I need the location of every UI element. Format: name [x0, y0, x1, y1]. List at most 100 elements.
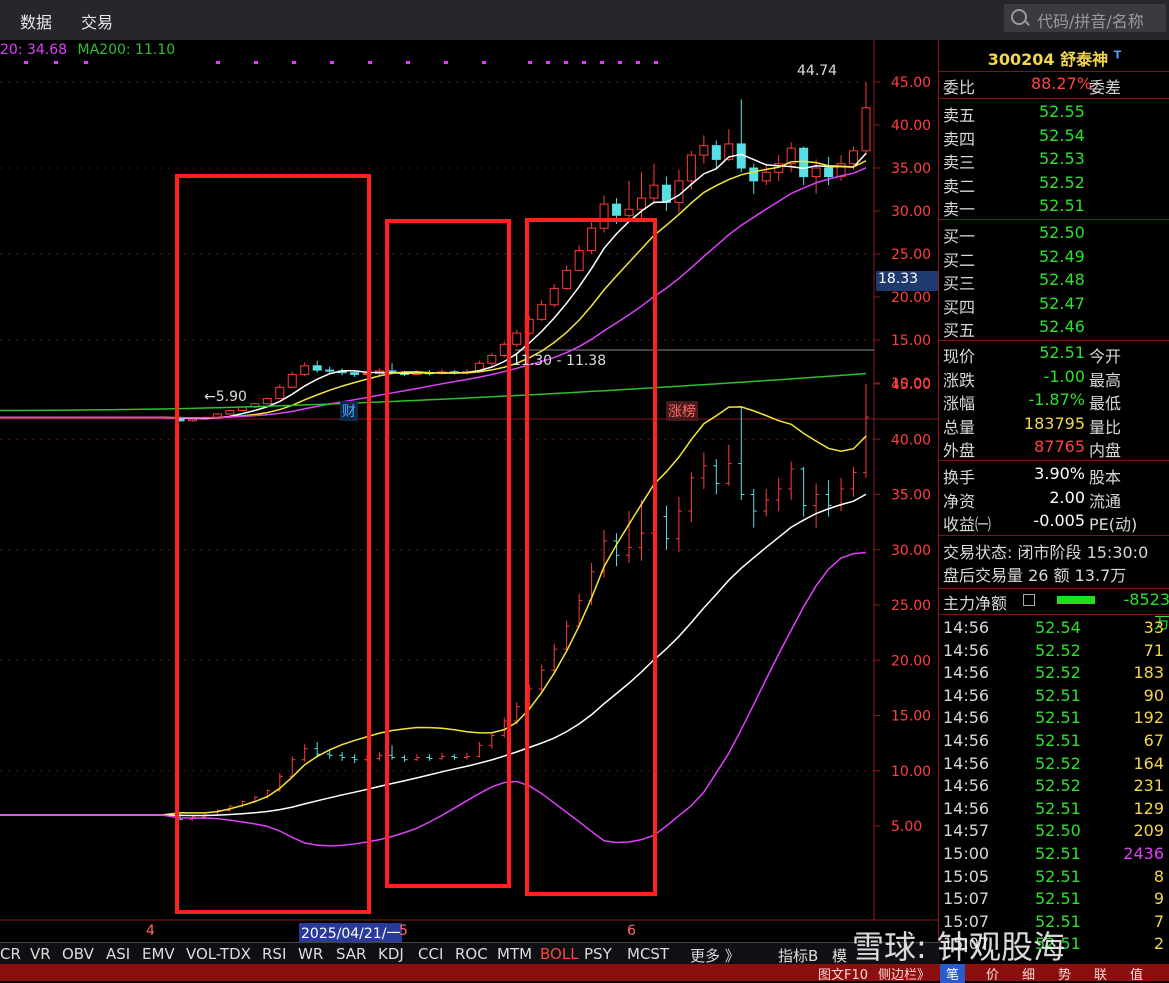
sell-price: 52.51: [1039, 196, 1085, 215]
boll-tick-label: 45.00: [891, 377, 931, 393]
indicator-tab[interactable]: CR: [0, 945, 21, 963]
indicator-tab[interactable]: MTM: [497, 945, 532, 963]
indicator-tab[interactable]: VR: [30, 945, 51, 963]
boll-chart: [0, 384, 869, 847]
sell-row: 卖三 52.53: [939, 149, 1169, 172]
tick-row: 14:56 52.52 231: [939, 776, 1169, 799]
indicator-tab[interactable]: EMV: [142, 945, 175, 963]
candle-body: [487, 354, 497, 364]
signal-dot: [482, 61, 486, 64]
status-line1: 交易状态: 闭市阶段 15:30:0: [943, 543, 1149, 562]
weibi-value: 88.27%: [1030, 74, 1092, 93]
fund-row: 换手 3.90% 股本: [939, 464, 1169, 487]
highlight-box: [385, 219, 511, 888]
tick-time: 14:56: [943, 663, 990, 683]
sell-label: 卖二: [943, 176, 976, 196]
indicator-tab[interactable]: OBV: [62, 945, 94, 963]
indicator-tab[interactable]: KDJ: [378, 945, 404, 963]
buy-label: 买一: [943, 227, 976, 246]
current-price-tag: 18.33: [876, 271, 938, 291]
boll-tick-label: 5.00: [891, 819, 922, 835]
indicator-tab[interactable]: PSY: [584, 945, 612, 963]
tick-row: 15:00 52.51 2436: [939, 844, 1169, 867]
tick-volume: 2: [1153, 934, 1164, 954]
signal-dot: [216, 61, 220, 64]
indicator-tab[interactable]: BOLL: [540, 945, 579, 963]
indicator-tab[interactable]: WR: [298, 945, 323, 963]
tab-zhi[interactable]: 值: [1130, 964, 1143, 983]
tab-lian[interactable]: 联: [1094, 964, 1107, 983]
tick-price: 52.51: [1035, 685, 1081, 705]
limit-up-marker[interactable]: 涨榜: [666, 401, 698, 421]
boll-tick-label: 25.00: [891, 598, 931, 614]
search-icon: [1011, 9, 1027, 25]
list-icon[interactable]: [1023, 594, 1035, 606]
kline-chart[interactable]: 45.0040.0035.0030.0025.0020.0015.0010.00…: [0, 40, 938, 942]
ma200-label: MA200: 11.10: [77, 42, 176, 58]
boll-tick-label: 10.00: [891, 764, 931, 780]
cursor-date: 2025/04/21/一: [299, 923, 403, 943]
ma200-line: [0, 372, 867, 412]
tick-time: 15:05: [943, 866, 990, 886]
quote-row: 外盘 87765 内盘: [939, 437, 1169, 460]
indicator-tab[interactable]: ASI: [106, 945, 130, 963]
signal-dot: [528, 61, 532, 64]
menu-data[interactable]: 数据: [20, 9, 52, 33]
price-tick-label: 30.00: [891, 204, 931, 220]
menu-trade[interactable]: 交易: [81, 9, 113, 33]
signal-dot: [444, 61, 448, 64]
finance-marker[interactable]: 财: [340, 401, 358, 421]
boll-tick-label: 35.00: [891, 488, 931, 504]
quote-right-label: 内盘: [1089, 441, 1122, 460]
indicator-b[interactable]: 指标B: [778, 945, 818, 966]
indicator-tab[interactable]: VOL-TDX: [186, 945, 251, 963]
low-value: 5.90: [215, 389, 247, 405]
indicator-tab[interactable]: ROC: [455, 945, 488, 963]
quote-panel: 300204 舒泰神 T 委比 88.27% 委差 卖五 52.55 卖四 52.54…: [938, 40, 1169, 962]
candle-body: [649, 184, 659, 199]
tick-price: 52.54: [1035, 618, 1081, 637]
indicator-tab[interactable]: MCST: [627, 945, 669, 963]
candle-body: [636, 197, 646, 210]
indicator-tab[interactable]: CCI: [418, 945, 443, 963]
search-box[interactable]: 代码/拼音/名称: [1004, 4, 1166, 32]
candle-body: [574, 250, 584, 271]
candle-body: [861, 107, 871, 152]
ma20-line: [0, 167, 867, 419]
signal-dot: [54, 61, 58, 64]
top-menu-bar: 数据 交易 代码/拼音/名称: [0, 0, 1169, 40]
indicator-tab[interactable]: 更多 》: [690, 945, 740, 966]
candle-body: [749, 167, 759, 182]
tick-row: 15:07 52.51 9: [939, 889, 1169, 912]
signal-dot: [84, 61, 88, 64]
quote-label: 现价: [943, 347, 976, 366]
sell-row: 卖一 52.51: [939, 196, 1169, 219]
month-june: 6: [627, 923, 636, 939]
model-tab[interactable]: 模: [832, 945, 847, 966]
tick-row: 14:56 52.52 71: [939, 641, 1169, 664]
signal-dot: [618, 61, 622, 64]
boll-tick-label: 15.00: [891, 709, 931, 725]
price-tick-label: 35.00: [891, 161, 931, 177]
quote-value: -1.87%: [1028, 390, 1085, 409]
buy-row: 买一 52.50: [939, 223, 1169, 246]
tick-time: 15:07: [943, 889, 990, 909]
tick-row: 14:56 52.51 67: [939, 731, 1169, 754]
sell-row: 卖二 52.52: [939, 173, 1169, 196]
tick-price: 52.52: [1035, 776, 1081, 796]
tick-volume: 33: [1143, 618, 1164, 637]
candle-body: [262, 397, 272, 405]
buy-row: 买二 52.49: [939, 247, 1169, 270]
signal-dot: [636, 61, 640, 64]
signal-dot: [292, 61, 296, 64]
candle-body: [686, 154, 696, 182]
sell-label: 卖三: [943, 153, 976, 172]
candle-body: [325, 369, 335, 372]
buy-label: 买二: [943, 250, 976, 270]
indicator-tab[interactable]: SAR: [336, 945, 366, 963]
tick-row: 14:56 52.51 90: [939, 686, 1169, 709]
tick-volume: 192: [1133, 708, 1164, 728]
indicator-tab[interactable]: RSI: [262, 945, 286, 963]
sell-row: 卖四 52.54: [939, 126, 1169, 149]
tick-price: 52.52: [1035, 753, 1081, 773]
